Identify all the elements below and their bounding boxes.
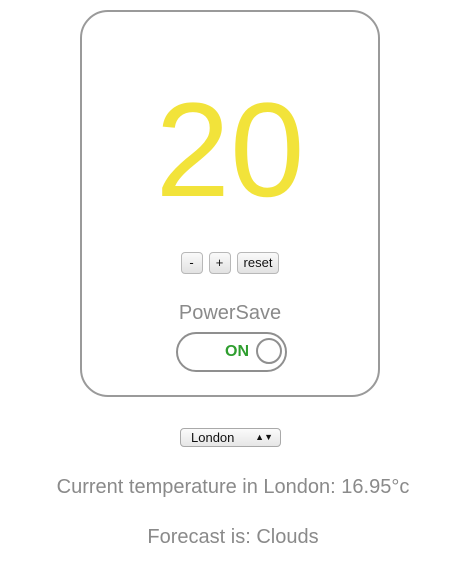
powersave-state-label: ON: [225, 343, 249, 360]
select-arrows-icon: ▲▼: [255, 432, 273, 442]
reset-button[interactable]: reset: [236, 252, 280, 274]
powersave-label: PowerSave: [178, 302, 282, 324]
temperature-controls: - + reset: [82, 252, 378, 274]
decrease-temperature-button[interactable]: -: [180, 252, 203, 274]
toggle-knob: [256, 338, 282, 364]
thermostat-panel: 20 - + reset PowerSave ON: [80, 10, 380, 397]
temperature-display: 20: [155, 76, 305, 225]
city-select[interactable]: London ▲▼: [180, 428, 281, 447]
increase-temperature-button[interactable]: +: [208, 252, 231, 274]
forecast-text: Forecast is: Clouds: [147, 526, 319, 548]
powersave-toggle[interactable]: ON: [176, 332, 287, 372]
city-select-value: London: [191, 430, 235, 445]
current-temperature-text: Current temperature in London: 16.95°c: [56, 476, 410, 498]
